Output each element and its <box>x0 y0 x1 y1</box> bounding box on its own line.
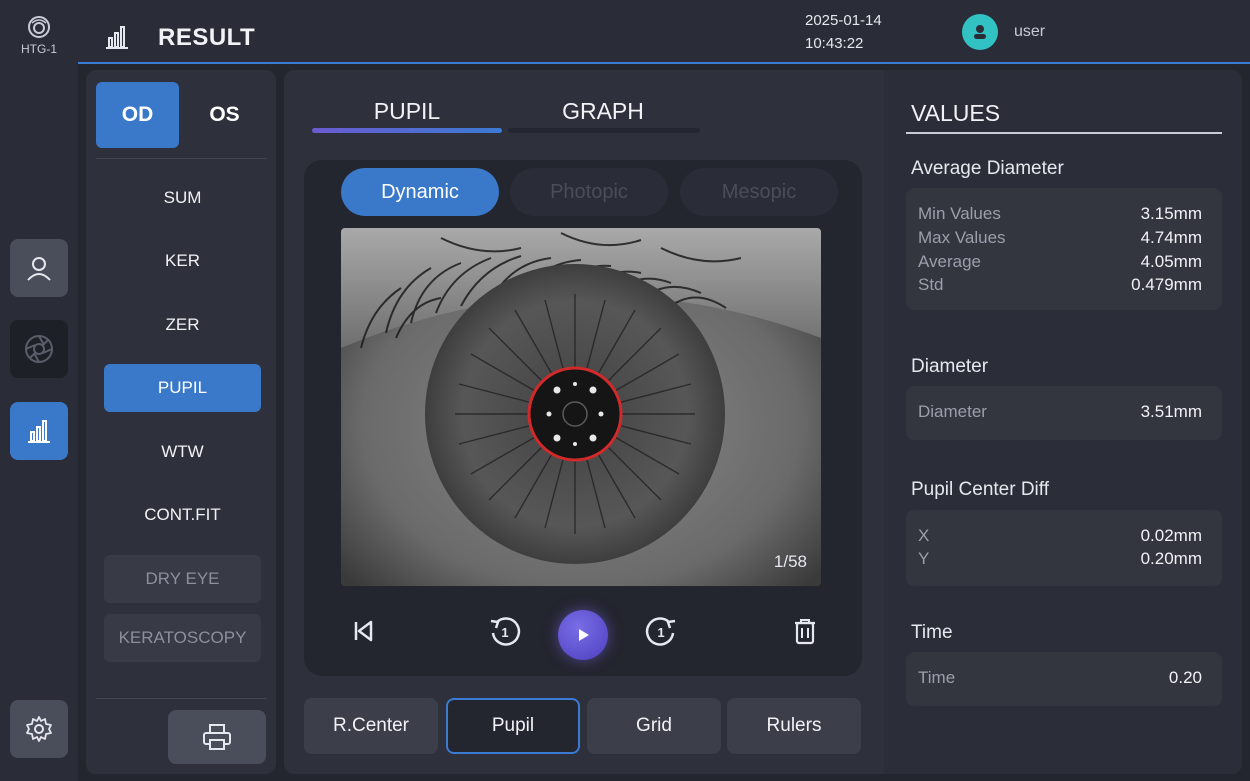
user-avatar-icon <box>974 25 986 39</box>
tab-pupil[interactable]: PUPIL <box>312 98 502 125</box>
menu-item-keratoscopy[interactable]: KERATOSCOPY <box>104 614 261 662</box>
print-button[interactable] <box>168 710 266 764</box>
forward-1-button[interactable]: 1 <box>642 612 680 650</box>
rulers-button[interactable]: Rulers <box>727 698 861 754</box>
value-number: 0.20mm <box>1140 549 1202 568</box>
value-label: Average <box>918 252 982 271</box>
value-row: Average 4.05mm <box>918 252 1202 274</box>
value-number: 4.74mm <box>1140 228 1202 247</box>
rail-results-button[interactable] <box>10 402 68 460</box>
value-number: 3.15mm <box>1140 204 1202 223</box>
play-icon <box>579 629 589 641</box>
logo-text: HTG-1 <box>21 42 57 56</box>
value-row: Max Values 4.74mm <box>918 228 1202 250</box>
value-row: Diameter 3.51mm <box>918 402 1202 424</box>
skip-to-start-icon <box>354 620 373 642</box>
mode-dynamic-button[interactable]: Dynamic <box>341 168 499 216</box>
value-row: Time 0.20 <box>918 668 1202 690</box>
results-icon <box>106 26 128 49</box>
gear-icon <box>26 716 52 742</box>
image-viewer: Dynamic Photopic Mesopic 1/58 1 1 <box>304 160 862 676</box>
time-card: Time 0.20 <box>906 652 1222 706</box>
tab-graph-underline <box>508 128 700 133</box>
svg-text:1: 1 <box>657 625 664 640</box>
page-title: RESULT <box>158 24 256 51</box>
eye-image[interactable]: 1/58 <box>341 228 821 586</box>
menu-item-ker[interactable]: KER <box>104 237 261 285</box>
menu-divider <box>96 158 266 159</box>
left-rail: HTG-1 <box>0 0 78 781</box>
frame-counter: 1/58 <box>773 552 807 571</box>
delete-button[interactable] <box>788 614 822 648</box>
menu-item-dry-eye[interactable]: DRY EYE <box>104 555 261 603</box>
value-label: Time <box>918 668 956 687</box>
value-row: Std 0.479mm <box>918 275 1202 297</box>
header-time: 10:43:22 <box>805 35 864 52</box>
value-label: Diameter <box>918 402 987 421</box>
rail-settings-button[interactable] <box>10 700 68 758</box>
time-title: Time <box>911 622 953 643</box>
average-diameter-title: Average Diameter <box>911 158 1064 179</box>
values-panel: VALUES Average Diameter Min Values 3.15m… <box>884 70 1242 774</box>
menu-divider <box>96 698 266 699</box>
value-label: Min Values <box>918 204 1001 223</box>
eye-toggle: OD OS <box>96 82 266 148</box>
value-number: 3.51mm <box>1140 402 1202 421</box>
value-label: Std <box>918 275 944 294</box>
pupil-tool-button[interactable]: Pupil <box>446 698 580 754</box>
r-center-button[interactable]: R.Center <box>304 698 438 754</box>
value-row: Y 0.20mm <box>918 549 1202 571</box>
menu-item-sum[interactable]: SUM <box>104 174 261 222</box>
result-side-menu: OD OS SUM KER ZER PUPIL WTW CONT.FIT DRY… <box>86 70 276 774</box>
value-row: Min Values 3.15mm <box>918 204 1202 226</box>
logo-icon <box>28 16 50 38</box>
pupil-center-diff-card: X 0.02mm Y 0.20mm <box>906 510 1222 586</box>
value-number: 0.02mm <box>1140 526 1202 545</box>
value-label: X <box>918 526 930 545</box>
eye-photo <box>341 228 821 586</box>
trash-icon <box>795 619 815 645</box>
menu-item-wtw[interactable]: WTW <box>104 428 261 476</box>
mode-photopic-button[interactable]: Photopic <box>510 168 668 216</box>
tab-graph[interactable]: GRAPH <box>508 98 698 125</box>
printer-icon <box>203 724 231 750</box>
user-icon <box>27 257 51 281</box>
rail-capture-button[interactable] <box>10 320 68 378</box>
rail-user-button[interactable] <box>10 239 68 297</box>
values-divider <box>906 132 1222 134</box>
avatar[interactable] <box>962 14 998 50</box>
forward-1-icon: 1 <box>645 617 676 646</box>
menu-item-cont-fit[interactable]: CONT.FIT <box>104 491 261 539</box>
value-row: X 0.02mm <box>918 526 1202 548</box>
average-diameter-card: Min Values 3.15mm Max Values 4.74mm Aver… <box>906 188 1222 310</box>
header-date: 2025-01-14 <box>805 12 882 29</box>
od-button[interactable]: OD <box>96 82 179 148</box>
values-title: VALUES <box>911 100 1001 126</box>
menu-item-zer[interactable]: ZER <box>104 301 261 349</box>
username[interactable]: user <box>1014 23 1045 41</box>
os-button[interactable]: OS <box>183 82 266 148</box>
app-logo: HTG-1 <box>0 14 78 56</box>
pupil-panel: PUPIL GRAPH Dynamic Photopic Mesopic 1/5… <box>284 70 884 774</box>
aperture-icon <box>25 335 53 363</box>
value-number: 0.479mm <box>1131 275 1202 294</box>
diameter-title: Diameter <box>911 356 989 377</box>
svg-text:1: 1 <box>501 625 508 640</box>
tab-pupil-underline <box>312 128 502 133</box>
bar-chart-icon <box>28 420 50 443</box>
header-bar: RESULT 2025-01-14 10:43:22 user <box>78 0 1250 64</box>
grid-button[interactable]: Grid <box>587 698 721 754</box>
menu-item-pupil[interactable]: PUPIL <box>104 364 261 412</box>
play-button[interactable] <box>558 610 608 660</box>
value-label: Y <box>918 549 930 568</box>
rewind-1-button[interactable]: 1 <box>486 612 524 650</box>
diameter-card: Diameter 3.51mm <box>906 386 1222 440</box>
rewind-1-icon: 1 <box>490 617 521 646</box>
value-number: 4.05mm <box>1140 252 1202 271</box>
value-number: 0.20 <box>1168 668 1202 687</box>
mode-mesopic-button[interactable]: Mesopic <box>680 168 838 216</box>
pupil-center-diff-title: Pupil Center Diff <box>911 479 1049 500</box>
skip-to-start-button[interactable] <box>346 614 380 648</box>
value-label: Max Values <box>918 228 1006 247</box>
